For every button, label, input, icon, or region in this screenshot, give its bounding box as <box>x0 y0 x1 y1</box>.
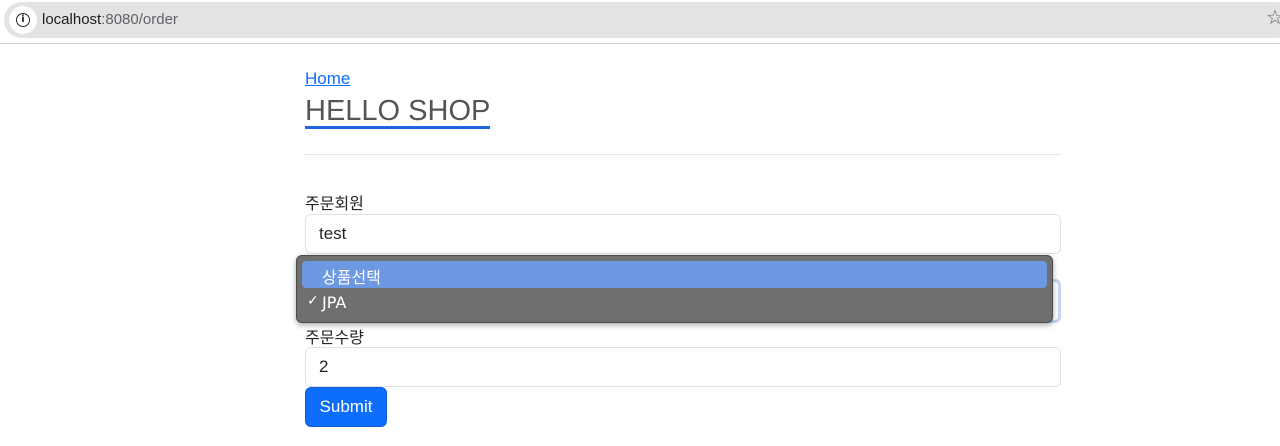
item-select-dropdown: 상품선택 ✓ JPA <box>296 255 1053 323</box>
member-input[interactable]: test <box>305 214 1061 254</box>
address-bar[interactable]: i localhost:8080/order <box>4 2 1280 38</box>
home-link[interactable]: Home <box>305 69 350 89</box>
browser-toolbar: i localhost:8080/order ☆ <box>0 0 1280 44</box>
header-divider <box>305 154 1061 155</box>
dropdown-option-select-item[interactable]: 상품선택 <box>322 264 381 288</box>
info-icon[interactable]: i <box>9 6 37 34</box>
url-host: localhost <box>42 11 102 28</box>
submit-button[interactable]: Submit <box>305 387 387 427</box>
count-label: 주문수량 <box>305 330 364 347</box>
member-label: 주문회원 <box>305 196 364 213</box>
brand-title[interactable]: HELLO SHOP <box>305 96 491 129</box>
star-icon[interactable]: ☆ <box>1266 5 1280 29</box>
url-text[interactable]: localhost:8080/order <box>42 11 178 28</box>
count-input[interactable]: 2 <box>305 347 1061 387</box>
dropdown-option-jpa[interactable]: JPA <box>322 293 346 312</box>
checkmark-icon: ✓ <box>307 293 319 309</box>
url-path: :8080/order <box>101 11 178 28</box>
dropdown-option-highlighted[interactable] <box>302 261 1047 288</box>
